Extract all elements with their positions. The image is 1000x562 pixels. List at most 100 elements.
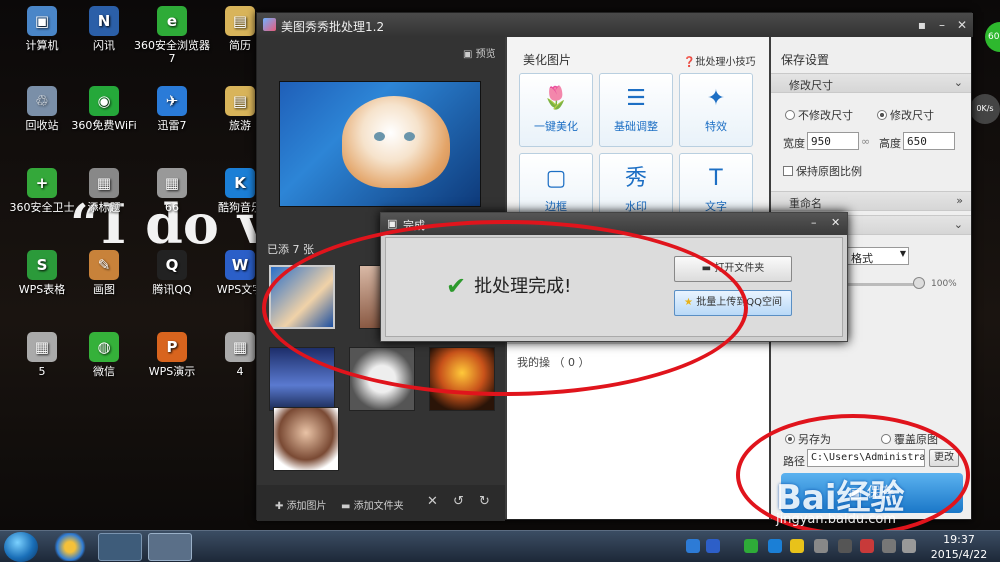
tool-label: 特效 bbox=[705, 120, 727, 133]
rename-header[interactable]: 重命名» bbox=[771, 191, 971, 211]
height-input[interactable]: 650 bbox=[903, 132, 955, 150]
cat-photo bbox=[342, 96, 450, 188]
menu-icon[interactable]: ▪ bbox=[913, 16, 931, 34]
thumbnail-girl[interactable] bbox=[273, 407, 339, 471]
resize-header[interactable]: 修改尺寸 ⌄ bbox=[771, 73, 971, 93]
save-as-radio[interactable]: 另存为 bbox=[785, 431, 831, 447]
desktop-app-icon: S bbox=[27, 250, 57, 280]
tray-network-icon[interactable] bbox=[882, 539, 896, 553]
preview-icon: ▣ bbox=[463, 49, 476, 60]
tray-volume-icon[interactable] bbox=[902, 539, 916, 553]
open-folder-button[interactable]: ▬ 打开文件夹 bbox=[674, 256, 792, 282]
keep-ratio-checkbox[interactable]: 保持原图比例 bbox=[783, 163, 862, 179]
net-speed-widget[interactable]: 0K/s bbox=[970, 94, 1000, 124]
save-settings-title: 保存设置 bbox=[781, 53, 830, 67]
added-count: 已添 7 张 bbox=[267, 243, 314, 256]
help-icon: ❓ bbox=[683, 57, 696, 68]
desktop-app-icon: ♲ bbox=[27, 86, 57, 116]
tool-button[interactable]: ☰ 基础调整 bbox=[599, 73, 673, 147]
quality-value: 100% bbox=[931, 279, 957, 289]
close-button[interactable]: ✕ bbox=[953, 16, 971, 34]
desktop-app-icon: e bbox=[157, 6, 187, 36]
desktop-app-icon: ▦ bbox=[157, 168, 187, 198]
tray-help-icon[interactable] bbox=[706, 539, 720, 553]
add-folder-button[interactable]: ▬ 添加文件夹 bbox=[341, 497, 404, 512]
format-select[interactable]: 格式 ▼ bbox=[847, 247, 909, 265]
preview-button[interactable]: ▣ 预览 bbox=[463, 45, 496, 60]
batch-tips-link[interactable]: ❓批处理小技巧 bbox=[683, 53, 755, 68]
taskbar-app-icon[interactable] bbox=[48, 533, 92, 561]
dialog-title-bar[interactable]: ▣ 完成 – ✕ bbox=[381, 213, 847, 235]
thumbnail-purple[interactable] bbox=[269, 347, 335, 411]
taskbar: 19:37 2015/4/22 bbox=[0, 530, 1000, 562]
tray-icon[interactable] bbox=[838, 539, 852, 553]
resize-radio[interactable]: 修改尺寸 bbox=[877, 107, 934, 123]
thumbnail-sunset[interactable] bbox=[429, 347, 495, 411]
tray-icon[interactable] bbox=[814, 539, 828, 553]
desktop-app-icon: K bbox=[225, 168, 255, 198]
tool-icon: ✦ bbox=[706, 86, 726, 111]
minimize-button[interactable]: – bbox=[933, 16, 951, 34]
taskbar-meitu-icon[interactable] bbox=[148, 533, 192, 561]
tray-clock[interactable]: 19:37 2015/4/22 bbox=[922, 532, 996, 562]
width-input[interactable]: 950 bbox=[807, 132, 859, 150]
start-button[interactable] bbox=[4, 532, 38, 562]
tool-icon: ☰ bbox=[626, 86, 646, 111]
dialog-close-button[interactable]: ✕ bbox=[831, 216, 840, 229]
dialog-app-icon: ▣ bbox=[387, 217, 398, 230]
no-resize-radio[interactable]: 不修改尺寸 bbox=[785, 107, 853, 123]
desktop-app-icon: + bbox=[27, 168, 57, 198]
chevron-down-icon: ⌄ bbox=[953, 76, 963, 89]
desktop-app-icon: P bbox=[157, 332, 187, 362]
path-label: 路径 bbox=[783, 455, 805, 468]
dialog-minimize-button[interactable]: – bbox=[811, 216, 817, 229]
check-icon: ✔ bbox=[446, 272, 467, 300]
tool-icon: T bbox=[709, 166, 723, 191]
desktop-app-icon: ✈ bbox=[157, 86, 187, 116]
tray-wifi-icon[interactable] bbox=[744, 539, 758, 553]
chevron-down-icon: ⌄ bbox=[953, 218, 963, 231]
upload-qzone-button[interactable]: ★ 批量上传到QQ空间 bbox=[674, 290, 792, 316]
change-path-button[interactable]: 更改 bbox=[929, 449, 959, 467]
rotate-right-icon[interactable]: ↻ bbox=[479, 494, 490, 509]
tray-icon[interactable] bbox=[686, 539, 700, 553]
desktop-app-icon: W bbox=[225, 250, 255, 280]
clock-date: 2015/4/22 bbox=[930, 548, 988, 561]
tray-kugou-icon[interactable] bbox=[768, 539, 782, 553]
app-logo-icon bbox=[263, 18, 276, 31]
thumbnail-cat[interactable] bbox=[269, 265, 335, 329]
desktop-app-icon: ▤ bbox=[225, 6, 255, 36]
preview-image bbox=[279, 81, 481, 207]
add-picture-button[interactable]: ✚ 添加图片 bbox=[275, 497, 327, 512]
side-badge[interactable]: 60 bbox=[985, 22, 1000, 52]
link-icon[interactable]: ∞ bbox=[861, 135, 870, 148]
taskbar-browser-icon[interactable] bbox=[98, 533, 142, 561]
tool-button[interactable]: 🌷 一键美化 bbox=[519, 73, 593, 147]
watermark-url: jingyan.baidu.com bbox=[776, 512, 896, 527]
title-bar[interactable]: 美图秀秀批处理1.2 ▪ – ✕ bbox=[257, 13, 973, 37]
height-label: 高度 bbox=[879, 137, 901, 150]
my-operations-label: 我的操 （ 0 ） bbox=[517, 356, 590, 369]
desktop-app-icon: ◉ bbox=[89, 86, 119, 116]
desktop-app-icon: ▤ bbox=[225, 86, 255, 116]
clock-time: 19:37 bbox=[943, 533, 975, 546]
tray-icon[interactable] bbox=[860, 539, 874, 553]
desktop-app-icon: N bbox=[89, 6, 119, 36]
star-icon: ★ bbox=[684, 297, 697, 308]
delete-icon[interactable]: ✕ bbox=[427, 494, 438, 509]
overwrite-radio[interactable]: 覆盖原图 bbox=[881, 431, 938, 447]
desktop-app-icon: ▦ bbox=[225, 332, 255, 362]
desktop-app-icon: ▦ bbox=[89, 168, 119, 198]
quality-slider[interactable] bbox=[847, 283, 921, 286]
tool-label: 一键美化 bbox=[534, 120, 578, 133]
quality-slider-handle[interactable] bbox=[913, 277, 925, 289]
thumbnail-toy[interactable] bbox=[349, 347, 415, 411]
tool-icon: 秀 bbox=[624, 166, 647, 191]
dialog-title: 完成 bbox=[403, 219, 425, 232]
thumbnail-portrait[interactable] bbox=[359, 265, 381, 329]
beautify-title: 美化图片 bbox=[523, 53, 572, 67]
rotate-left-icon[interactable]: ↺ bbox=[453, 494, 464, 509]
path-input[interactable]: C:\Users\Administra bbox=[807, 449, 925, 467]
tray-360-icon[interactable] bbox=[790, 539, 804, 553]
tool-button[interactable]: ✦ 特效 bbox=[679, 73, 753, 147]
